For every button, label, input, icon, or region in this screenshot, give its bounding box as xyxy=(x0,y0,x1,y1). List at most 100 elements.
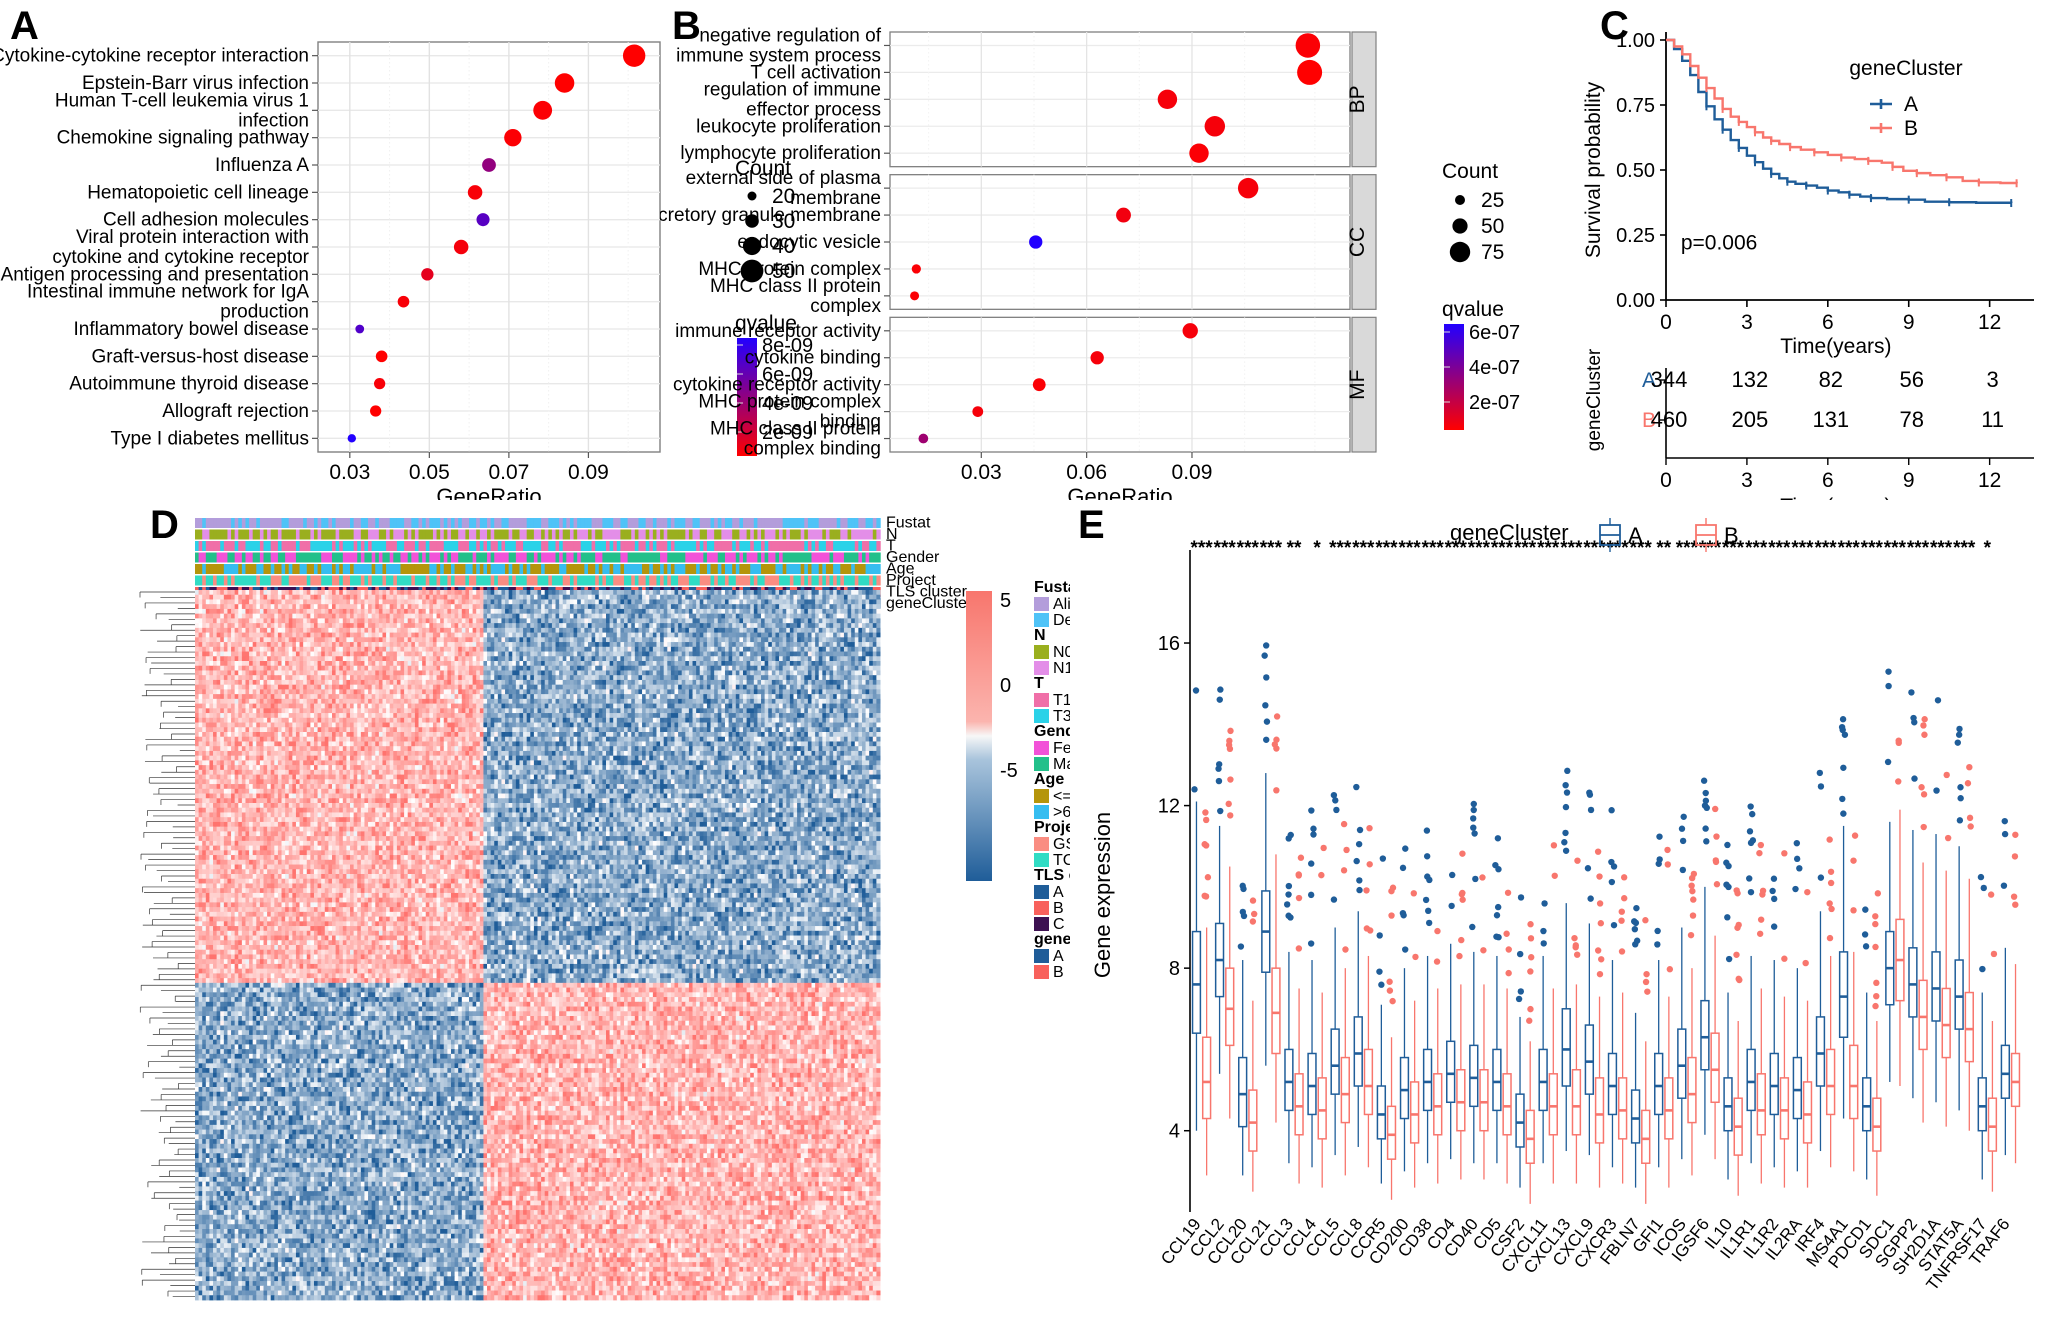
facet-strip-label: CC xyxy=(1346,227,1369,257)
heatmap-cell xyxy=(610,609,614,614)
heatmap-cell xyxy=(202,609,206,614)
heatmap-cell xyxy=(491,652,495,657)
heatmap-cell xyxy=(361,623,365,628)
risk-table-cell: 460 xyxy=(1651,407,1688,432)
heatmap-cell xyxy=(869,618,873,623)
heatmap-cell xyxy=(617,609,621,614)
heatmap-cell xyxy=(314,614,318,619)
heatmap-cell xyxy=(653,637,657,642)
data-point xyxy=(1297,60,1322,85)
heatmap-cell xyxy=(303,633,307,638)
heatmap-cell xyxy=(217,614,221,619)
heatmap-cell xyxy=(664,618,668,623)
heatmap-cell xyxy=(343,590,347,595)
heatmap-cell xyxy=(199,647,203,652)
heatmap-cell xyxy=(822,642,826,647)
heatmap-cell xyxy=(314,604,318,609)
heatmap-cell xyxy=(833,628,837,633)
heatmap-cell xyxy=(465,647,469,652)
heatmap-cell xyxy=(249,590,253,595)
heatmap-cell xyxy=(339,661,343,666)
heatmap-cell xyxy=(357,656,361,661)
heatmap-cell xyxy=(855,633,859,638)
heatmap-cell xyxy=(534,656,538,661)
heatmap-cell xyxy=(635,656,639,661)
heatmap-cell xyxy=(732,656,736,661)
heatmap-cell xyxy=(566,652,570,657)
heatmap-cell xyxy=(379,647,383,652)
heatmap-cell xyxy=(793,656,797,661)
heatmap-cell xyxy=(840,618,844,623)
heatmap-cell xyxy=(743,652,747,657)
heatmap-cell xyxy=(837,652,841,657)
heatmap-cell xyxy=(848,642,852,647)
heatmap-cell xyxy=(462,623,466,628)
heatmap-cell xyxy=(476,623,480,628)
heatmap-cell xyxy=(631,637,635,642)
heatmap-cell xyxy=(768,599,772,604)
heatmap-cell xyxy=(527,590,531,595)
heatmap-cell xyxy=(873,623,877,628)
heatmap-cell xyxy=(653,628,657,633)
heatmap-cell xyxy=(790,656,794,661)
heatmap-cell xyxy=(310,656,314,661)
risk-table-cell: 344 xyxy=(1651,367,1688,392)
heatmap-cell xyxy=(440,661,444,666)
heatmap-cell xyxy=(754,604,758,609)
heatmap-cell xyxy=(292,642,296,647)
heatmap-cell xyxy=(696,637,700,642)
heatmap-cell xyxy=(761,618,765,623)
heatmap-cell xyxy=(195,656,199,661)
heatmap-cell xyxy=(711,618,715,623)
heatmap-cell xyxy=(209,614,213,619)
heatmap-cell xyxy=(498,590,502,595)
heatmap-cell xyxy=(437,642,441,647)
heatmap-cell xyxy=(350,628,354,633)
heatmap-cell xyxy=(274,614,278,619)
heatmap-cell xyxy=(289,652,293,657)
heatmap-cell xyxy=(610,618,614,623)
heatmap-cell xyxy=(869,604,873,609)
heatmap-cell xyxy=(801,656,805,661)
heatmap-cell xyxy=(588,609,592,614)
heatmap-cell xyxy=(840,599,844,604)
heatmap-cell xyxy=(577,637,581,642)
heatmap-cell xyxy=(775,628,779,633)
heatmap-cell xyxy=(808,609,812,614)
heatmap-cell xyxy=(357,599,361,604)
heatmap-cell xyxy=(703,642,707,647)
heatmap-cell xyxy=(209,656,213,661)
heatmap-cell xyxy=(819,599,823,604)
facet-strip-label: MF xyxy=(1346,370,1369,400)
heatmap-cell xyxy=(451,661,455,666)
heatmap-cell xyxy=(570,623,574,628)
heatmap-cell xyxy=(592,656,596,661)
heatmap-cell xyxy=(382,647,386,652)
heatmap-cell xyxy=(819,614,823,619)
heatmap-cell xyxy=(642,656,646,661)
heatmap-cell xyxy=(840,652,844,657)
legend-title: geneCluster xyxy=(1849,57,1962,80)
heatmap-cell xyxy=(577,623,581,628)
heatmap-cell xyxy=(790,604,794,609)
heatmap-cell xyxy=(837,618,841,623)
heatmap-cell xyxy=(869,623,873,628)
heatmap-cell xyxy=(267,652,271,657)
x-axis-tick-label: 0.05 xyxy=(409,461,450,484)
heatmap-cell xyxy=(473,614,477,619)
heatmap-cell xyxy=(404,628,408,633)
heatmap-cell xyxy=(473,628,477,633)
heatmap-cell xyxy=(638,595,642,600)
heatmap-cell xyxy=(458,590,462,595)
heatmap-cell xyxy=(256,661,260,666)
heatmap-cell xyxy=(321,623,325,628)
heatmap-cell xyxy=(519,604,523,609)
heatmap-cell xyxy=(718,618,722,623)
heatmap-cell xyxy=(382,623,386,628)
heatmap-cell xyxy=(610,614,614,619)
heatmap-cell xyxy=(404,618,408,623)
heatmap-cell xyxy=(790,609,794,614)
heatmap-cell xyxy=(206,633,210,638)
heatmap-cell xyxy=(833,633,837,638)
heatmap-cell xyxy=(364,614,368,619)
